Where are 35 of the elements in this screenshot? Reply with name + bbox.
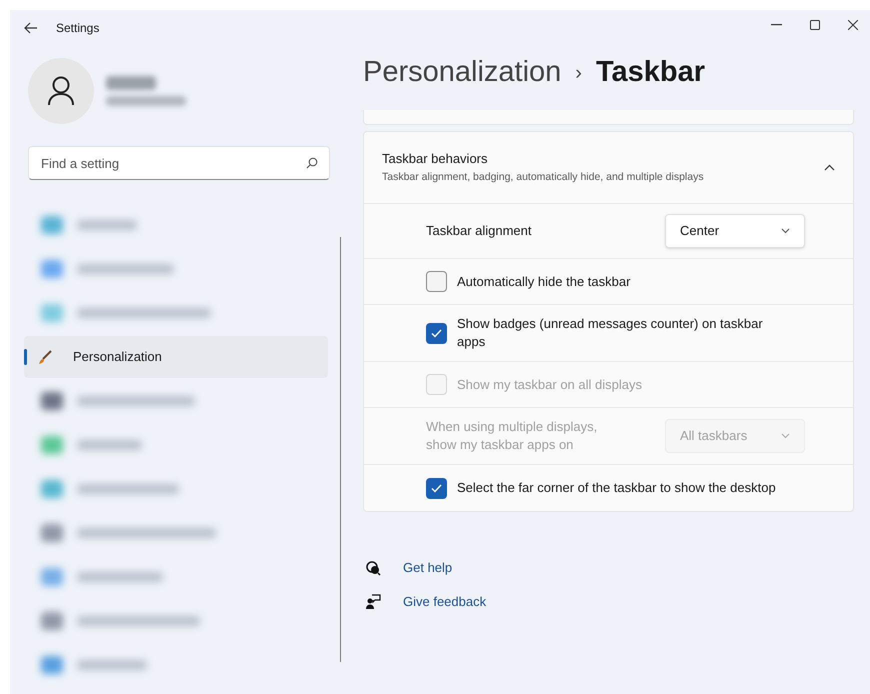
paintbrush-icon bbox=[37, 349, 53, 365]
dropdown: All taskbars bbox=[665, 419, 805, 453]
section-title: Taskbar behaviors bbox=[382, 150, 488, 168]
window-title: Settings bbox=[56, 20, 100, 37]
page-title: Taskbar bbox=[596, 55, 706, 90]
link[interactable]: Get help bbox=[403, 558, 452, 578]
help-icon bbox=[365, 560, 381, 576]
chevron-down-icon bbox=[781, 433, 790, 439]
checkbox-label: Show badges (unread messages counter) on taskbar apps bbox=[457, 315, 764, 351]
checkbox[interactable] bbox=[426, 271, 447, 292]
breadcrumb-separator: › bbox=[575, 61, 582, 86]
section-subtitle: Taskbar alignment, badging, automatically hide, and multiple displays bbox=[382, 170, 705, 186]
checkbox-label: Select the far corner of the taskbar to show the desktop bbox=[457, 479, 776, 497]
checkbox[interactable] bbox=[426, 322, 447, 344]
checkmark-icon bbox=[431, 484, 442, 492]
checkbox-label: Show my taskbar on all displays bbox=[457, 376, 642, 394]
search-icon bbox=[306, 157, 318, 169]
breadcrumb-link[interactable]: Personalization bbox=[363, 51, 562, 95]
search-field[interactable]: Find a setting bbox=[28, 146, 330, 180]
back-icon[interactable] bbox=[24, 22, 38, 34]
minimize-icon[interactable] bbox=[771, 24, 782, 26]
setting-label: When using multiple displays, show my taskbar apps on bbox=[426, 418, 598, 454]
checkbox-label: Automatically hide the taskbar bbox=[457, 272, 630, 290]
feedback-icon bbox=[365, 593, 381, 610]
close-icon[interactable] bbox=[848, 20, 858, 30]
checkmark-icon bbox=[431, 328, 442, 338]
section-header[interactable]: Taskbar behaviors Taskbar alignment, badging, automatically hide, and multiple displays bbox=[364, 132, 853, 204]
chevron-icon bbox=[824, 164, 835, 171]
link[interactable]: Give feedback bbox=[403, 592, 486, 611]
chevron-down-icon bbox=[781, 228, 790, 234]
setting-label: Taskbar alignment bbox=[426, 222, 532, 240]
dropdown[interactable]: Center bbox=[665, 214, 805, 248]
nav-item[interactable]: Personalization bbox=[24, 336, 328, 378]
maximize-icon[interactable] bbox=[810, 20, 820, 30]
checkbox[interactable] bbox=[426, 478, 447, 498]
